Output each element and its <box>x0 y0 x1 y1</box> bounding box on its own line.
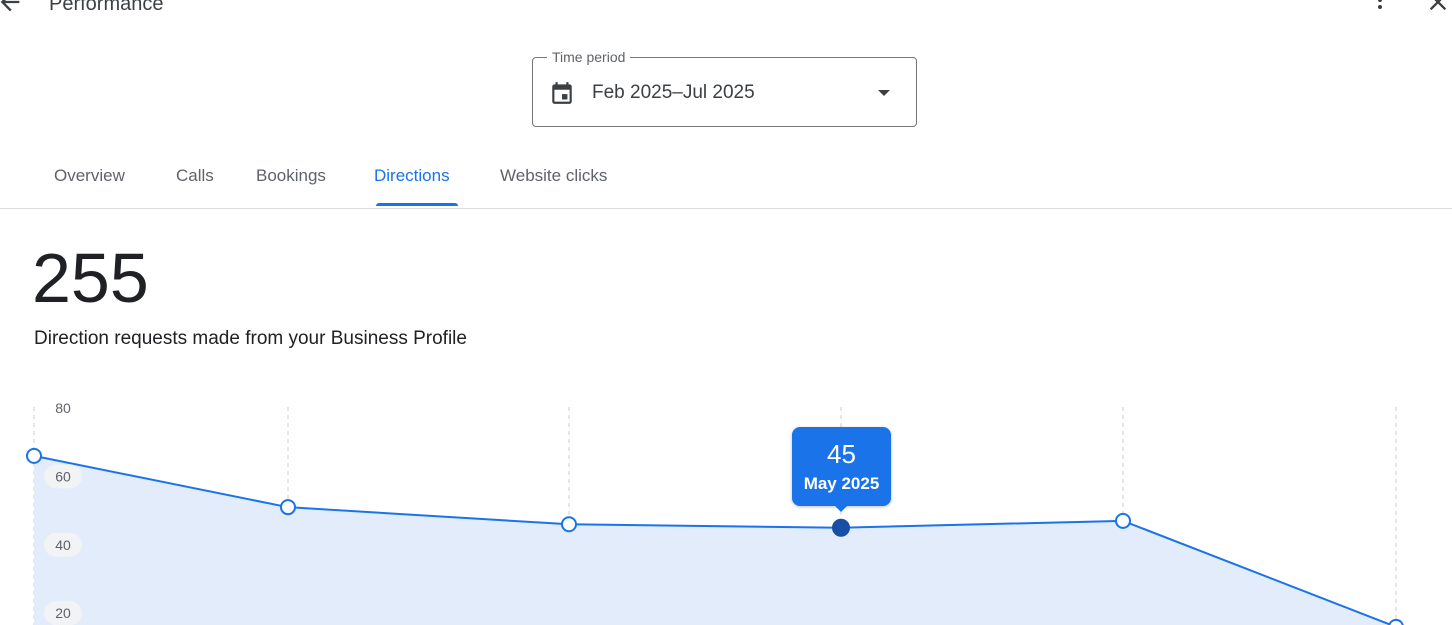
tooltip-value: 45 <box>827 439 856 469</box>
tab-overview[interactable]: Overview <box>54 166 125 192</box>
chart-tooltip: 45 May 2025 <box>792 427 891 512</box>
tab-calls[interactable]: Calls <box>176 166 214 192</box>
y-tick-label: 60 <box>55 468 71 484</box>
page-title: Performance <box>49 0 164 15</box>
more-vert-icon[interactable] <box>1368 0 1392 12</box>
data-point <box>1388 618 1404 625</box>
tooltip-date: May 2025 <box>803 474 880 493</box>
directions-chart: 80 60 40 20 <box>0 395 1452 625</box>
tab-directions[interactable]: Directions <box>374 166 450 192</box>
metric-description: Direction requests made from your Busine… <box>34 328 467 349</box>
chart-svg: 80 60 40 20 <box>26 400 1404 625</box>
tab-bar: Overview Calls Bookings Directions Websi… <box>0 150 1452 209</box>
active-tab-indicator <box>376 203 458 206</box>
data-point <box>26 447 42 464</box>
chart-area <box>34 455 1392 625</box>
top-bar: Performance <box>0 0 1452 20</box>
data-point <box>832 518 850 537</box>
tab-website-clicks[interactable]: Website clicks <box>500 166 607 192</box>
y-tick-label: 80 <box>55 400 71 416</box>
metric-total: 255 <box>32 239 149 317</box>
data-point <box>1115 512 1131 529</box>
time-period-value: Feb 2025–Jul 2025 <box>592 82 755 103</box>
close-icon[interactable] <box>1424 0 1452 16</box>
calendar-icon <box>552 82 572 104</box>
data-point <box>280 499 296 516</box>
dropdown-arrow-icon <box>878 90 890 96</box>
arrow-back-icon[interactable] <box>0 0 24 16</box>
data-point <box>561 516 577 533</box>
tab-bookings[interactable]: Bookings <box>256 166 326 192</box>
y-tick-label: 40 <box>55 537 71 553</box>
time-period-select[interactable]: Time period Feb 2025–Jul 2025 <box>532 48 917 127</box>
y-tick-label: 20 <box>55 605 71 621</box>
time-period-label: Time period <box>547 48 631 66</box>
tooltip-arrow <box>833 504 849 512</box>
